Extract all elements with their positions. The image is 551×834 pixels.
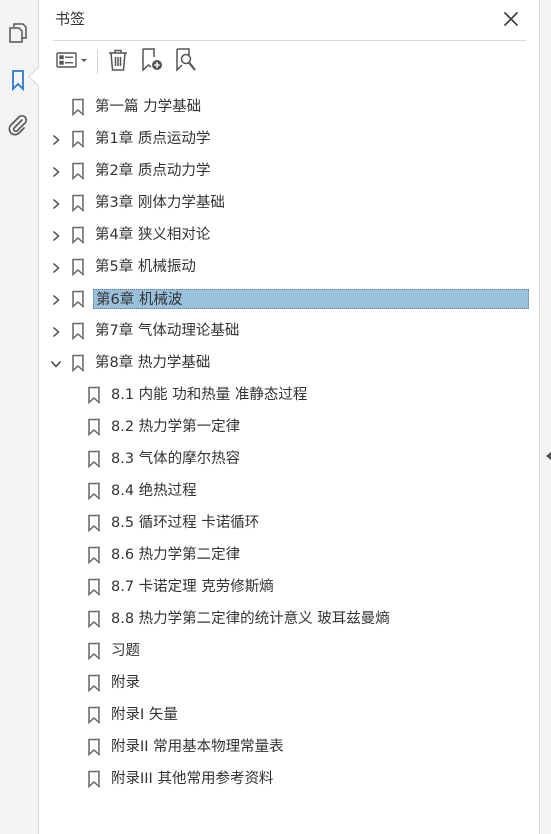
bookmark-item[interactable]: 8.7 卡诺定理 克劳修斯熵	[39, 571, 539, 603]
bookmark-icon	[71, 354, 85, 373]
bookmark-icon[interactable]	[6, 68, 30, 92]
navigation-rail	[0, 0, 47, 834]
collapse-panel-icon[interactable]	[546, 451, 551, 461]
bookmark-icon	[87, 450, 101, 469]
bookmark-label: 8.3 气体的摩尔热容	[111, 451, 241, 467]
attachment-icon[interactable]	[6, 113, 30, 137]
document-pane-edge	[539, 0, 551, 834]
delete-bookmark-button[interactable]	[105, 47, 131, 77]
bookmark-item[interactable]: 附录II 常用基本物理常量表	[39, 731, 539, 763]
bookmark-icon	[71, 258, 85, 277]
toolbar-separator	[97, 50, 98, 74]
new-bookmark-icon	[139, 47, 165, 77]
bookmark-label: 8.2 热力学第一定律	[111, 419, 241, 435]
bookmark-item[interactable]: 第8章 热力学基础	[39, 347, 539, 379]
bookmark-icon	[71, 98, 85, 117]
bookmark-item[interactable]: 8.2 热力学第一定律	[39, 411, 539, 443]
bookmark-icon	[71, 162, 85, 181]
pages-icon[interactable]	[6, 21, 30, 45]
bookmark-item[interactable]: 第2章 质点动力学	[39, 155, 539, 187]
bookmark-label: 8.7 卡诺定理 克劳修斯熵	[111, 579, 274, 595]
find-bookmark-button[interactable]	[173, 47, 199, 77]
chevron-right-icon[interactable]	[49, 164, 63, 178]
bookmark-item[interactable]: 8.6 热力学第二定律	[39, 539, 539, 571]
bookmark-icon	[87, 578, 101, 597]
bookmark-item[interactable]: 第3章 刚体力学基础	[39, 187, 539, 219]
bookmark-icon	[87, 674, 101, 693]
bookmark-item[interactable]: 8.4 绝热过程	[39, 475, 539, 507]
options-menu-button[interactable]	[53, 47, 91, 77]
delete-bookmark-icon	[107, 48, 129, 76]
bookmark-icon	[87, 514, 101, 533]
bookmark-label: 习题	[111, 643, 140, 659]
bookmark-label: 第4章 狭义相对论	[95, 227, 211, 243]
panel-title: 书签	[55, 10, 86, 28]
chevron-down-icon[interactable]	[49, 356, 63, 370]
bookmark-icon	[87, 706, 101, 725]
bookmark-item[interactable]: 附录III 其他常用参考资料	[39, 763, 539, 795]
bookmark-label: 8.8 热力学第二定律的统计意义 玻耳兹曼熵	[111, 611, 390, 627]
bookmark-item[interactable]: 第7章 气体动理论基础	[39, 315, 539, 347]
bookmark-icon	[71, 290, 85, 309]
bookmark-icon	[87, 386, 101, 405]
bookmark-icon	[87, 546, 101, 565]
close-icon[interactable]	[501, 9, 521, 29]
bookmark-label: 第一篇 力学基础	[95, 99, 202, 115]
bookmark-icon	[87, 738, 101, 757]
bookmark-item[interactable]: 第4章 狭义相对论	[39, 219, 539, 251]
bookmark-icon	[87, 610, 101, 629]
bookmarks-toolbar	[53, 47, 526, 77]
options-menu-icon	[55, 50, 89, 74]
bookmark-label: 第5章 机械振动	[95, 259, 196, 275]
bookmark-label: 第2章 质点动力学	[95, 163, 211, 179]
bookmark-icon	[87, 770, 101, 789]
bookmark-label: 8.5 循环过程 卡诺循环	[111, 515, 260, 531]
bookmark-label: 8.6 热力学第二定律	[111, 547, 241, 563]
chevron-right-icon[interactable]	[49, 292, 63, 306]
bookmark-label: 附录	[111, 675, 140, 691]
bookmark-item[interactable]: 附录I 矢量	[39, 699, 539, 731]
chevron-right-icon[interactable]	[49, 260, 63, 274]
bookmark-item[interactable]: 第一篇 力学基础	[39, 91, 539, 123]
bookmark-item[interactable]: 8.1 内能 功和热量 准静态过程	[39, 379, 539, 411]
chevron-right-icon[interactable]	[49, 132, 63, 146]
bookmark-label: 第3章 刚体力学基础	[95, 195, 225, 211]
bookmark-item[interactable]: 8.3 气体的摩尔热容	[39, 443, 539, 475]
bookmark-item[interactable]: 第1章 质点运动学	[39, 123, 539, 155]
bookmark-item[interactable]: 8.5 循环过程 卡诺循环	[39, 507, 539, 539]
bookmark-icon	[71, 322, 85, 341]
find-bookmark-icon	[173, 47, 199, 77]
bookmark-label: 第8章 热力学基础	[95, 355, 211, 371]
bookmark-item[interactable]: 习题	[39, 635, 539, 667]
chevron-right-icon[interactable]	[49, 324, 63, 338]
bookmark-icon	[71, 194, 85, 213]
bookmark-item[interactable]: 附录	[39, 667, 539, 699]
bookmark-icon	[87, 418, 101, 437]
bookmark-label: 8.1 内能 功和热量 准静态过程	[111, 387, 308, 403]
chevron-right-icon[interactable]	[49, 228, 63, 242]
new-bookmark-button[interactable]	[139, 47, 165, 77]
bookmark-item[interactable]: 8.8 热力学第二定律的统计意义 玻耳兹曼熵	[39, 603, 539, 635]
bookmarks-panel: 书签 第一篇 力学基础 第1章 质点运动学 第2章 质点动力学 第3章 刚体力学…	[39, 0, 539, 834]
bookmark-label: 第6章 机械波	[93, 289, 529, 309]
bookmark-icon	[71, 130, 85, 149]
bookmark-label: 第1章 质点运动学	[95, 131, 211, 147]
bookmark-icon	[71, 226, 85, 245]
bookmark-label: 附录III 其他常用参考资料	[111, 771, 274, 787]
chevron-right-icon[interactable]	[49, 196, 63, 210]
bookmark-label: 附录I 矢量	[111, 707, 178, 723]
bookmark-icon	[87, 642, 101, 661]
bookmark-label: 附录II 常用基本物理常量表	[111, 739, 284, 755]
bookmark-item[interactable]: 第5章 机械振动	[39, 251, 539, 283]
bookmark-icon	[87, 482, 101, 501]
bookmark-label: 第7章 气体动理论基础	[95, 323, 240, 339]
bookmark-item[interactable]: 第6章 机械波	[39, 283, 539, 315]
bookmark-label: 8.4 绝热过程	[111, 483, 197, 499]
divider	[53, 40, 526, 41]
